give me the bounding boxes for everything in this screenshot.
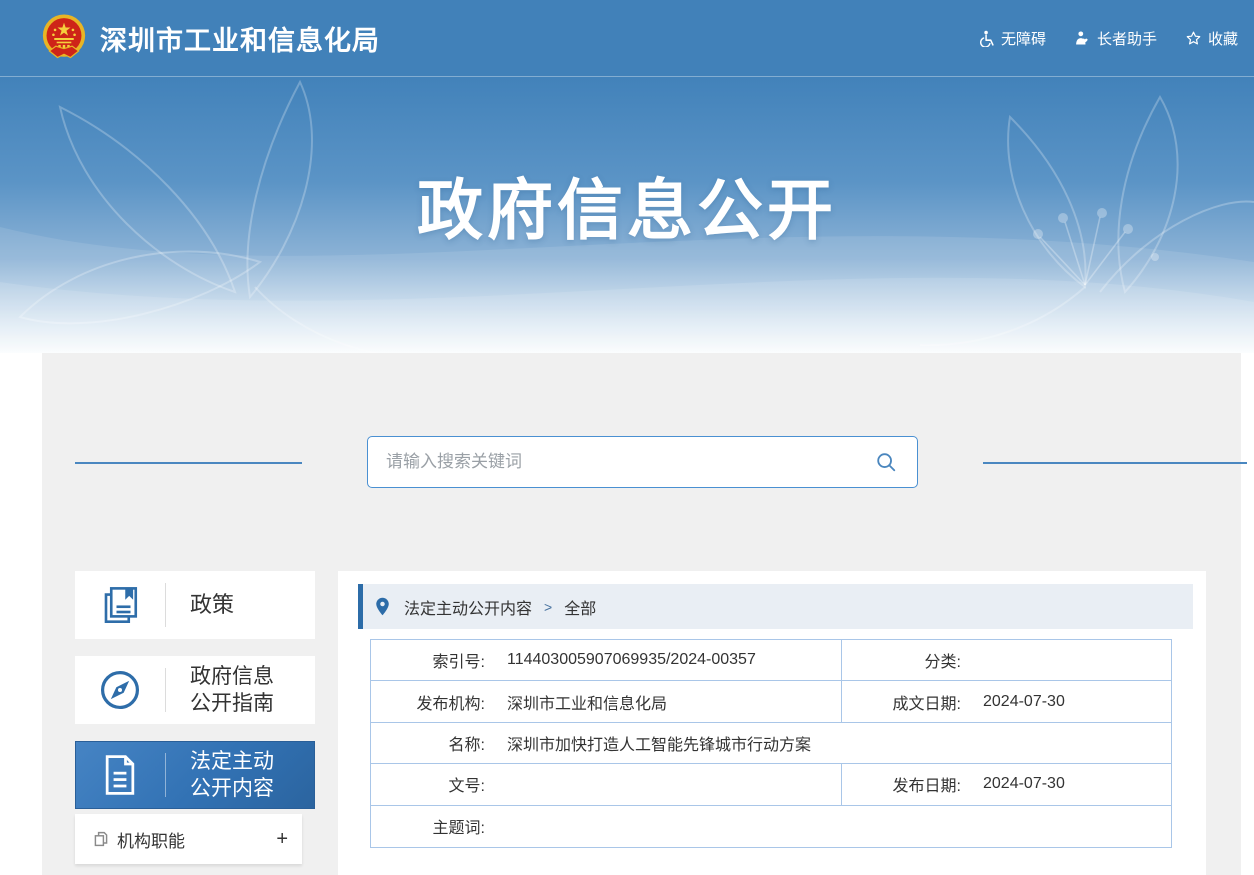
sidebar: 政策 政府信息 公开指南 法定主动 公开内容 机构职能 + <box>75 571 315 864</box>
search-input[interactable] <box>368 452 867 472</box>
expand-plus-icon[interactable]: + <box>276 829 288 849</box>
right-divider-line <box>983 462 1247 464</box>
date-published-label: 发布日期: <box>841 764 967 805</box>
location-pin-icon <box>375 597 390 616</box>
search-button[interactable] <box>867 451 917 473</box>
document-icon <box>75 753 165 797</box>
category-value <box>967 640 1171 680</box>
breadcrumb: 法定主动公开内容 > 全部 <box>358 584 1193 629</box>
banner: 政府信息公开 <box>0 77 1254 353</box>
search-box <box>367 436 918 488</box>
item-divider <box>165 583 166 627</box>
national-emblem-logo[interactable] <box>38 12 90 64</box>
header-utils: 无障碍 长者助手 收藏 <box>978 28 1254 49</box>
doc-name-label: 名称: <box>448 736 485 754</box>
favorite-label: 收藏 <box>1207 30 1238 48</box>
date-published-value: 2024-07-30 <box>983 775 1065 793</box>
compass-icon <box>75 668 165 712</box>
doc-number-label: 文号: <box>448 778 485 796</box>
wheelchair-icon <box>979 30 994 47</box>
accessibility-link[interactable]: 无障碍 <box>978 28 1046 49</box>
site-title: 深圳市工业和信息化局 <box>100 25 380 56</box>
sidebar-item-label: 政府信息 公开指南 <box>190 664 274 715</box>
pages-icon <box>94 831 108 847</box>
publisher-value: 深圳市工业和信息化局 <box>507 695 668 713</box>
item-divider <box>165 753 166 797</box>
book-icon <box>75 584 165 626</box>
breadcrumb-accent-stripe <box>358 584 363 629</box>
table-row: 文号: 发布日期: 2024-07-30 <box>371 764 1171 806</box>
table-row: 发布机构: 深圳市工业和信息化局 成文日期: 2024-07-30 <box>371 681 1171 723</box>
breadcrumb-current[interactable]: 全部 <box>564 595 596 619</box>
sidebar-item-label: 政策 <box>190 591 235 617</box>
breadcrumb-separator: > <box>544 598 553 615</box>
publisher-label: 发布机构: <box>416 695 485 713</box>
star-icon <box>1186 31 1201 44</box>
left-divider-line <box>75 462 302 464</box>
subitem-label: 机构职能 <box>117 831 185 851</box>
accessibility-label: 无障碍 <box>1000 30 1046 48</box>
keywords-value <box>491 806 1171 847</box>
doc-name-value: 深圳市加快打造人工智能先锋城市行动方案 <box>507 736 812 754</box>
breadcrumb-section[interactable]: 法定主动公开内容 <box>404 595 532 619</box>
sidebar-item-policy[interactable]: 政策 <box>75 571 315 639</box>
date-written-value: 2024-07-30 <box>983 692 1065 710</box>
document-info-table: 索引号: 114403005907069935/2024-00357 分类: 发… <box>370 639 1172 848</box>
elder-person-icon <box>1076 30 1088 44</box>
category-label: 分类: <box>841 640 967 681</box>
table-row: 索引号: 114403005907069935/2024-00357 分类: <box>371 640 1171 682</box>
keywords-label: 主题词: <box>432 820 485 838</box>
item-divider <box>165 668 166 712</box>
search-icon <box>877 453 896 472</box>
index-number-value: 114403005907069935/2024-00357 <box>507 651 756 669</box>
doc-number-value <box>491 764 841 804</box>
sidebar-item-statutory-disclosure[interactable]: 法定主动 公开内容 <box>75 741 315 809</box>
elder-helper-label: 长者助手 <box>1096 30 1157 48</box>
index-number-label: 索引号: <box>432 654 485 672</box>
elder-helper-link[interactable]: 长者助手 <box>1074 28 1157 49</box>
sidebar-subitem-functions[interactable]: 机构职能 + <box>75 814 302 864</box>
table-row: 名称: 深圳市加快打造人工智能先锋城市行动方案 <box>371 723 1171 765</box>
sidebar-item-label: 法定主动 公开内容 <box>190 749 274 800</box>
sidebar-item-guide[interactable]: 政府信息 公开指南 <box>75 656 315 724</box>
favorite-link[interactable]: 收藏 <box>1185 28 1238 49</box>
content-panel: 政策 政府信息 公开指南 <box>42 353 1247 875</box>
main-panel: 法定主动公开内容 > 全部 索引号: 114403005907069935/20… <box>338 571 1206 875</box>
top-header: 深圳市工业和信息化局 无障碍 长者助手 收藏 <box>0 0 1254 77</box>
page-title: 政府信息公开 <box>417 173 837 247</box>
table-row: 主题词: <box>371 806 1171 847</box>
date-written-label: 成文日期: <box>841 681 967 722</box>
